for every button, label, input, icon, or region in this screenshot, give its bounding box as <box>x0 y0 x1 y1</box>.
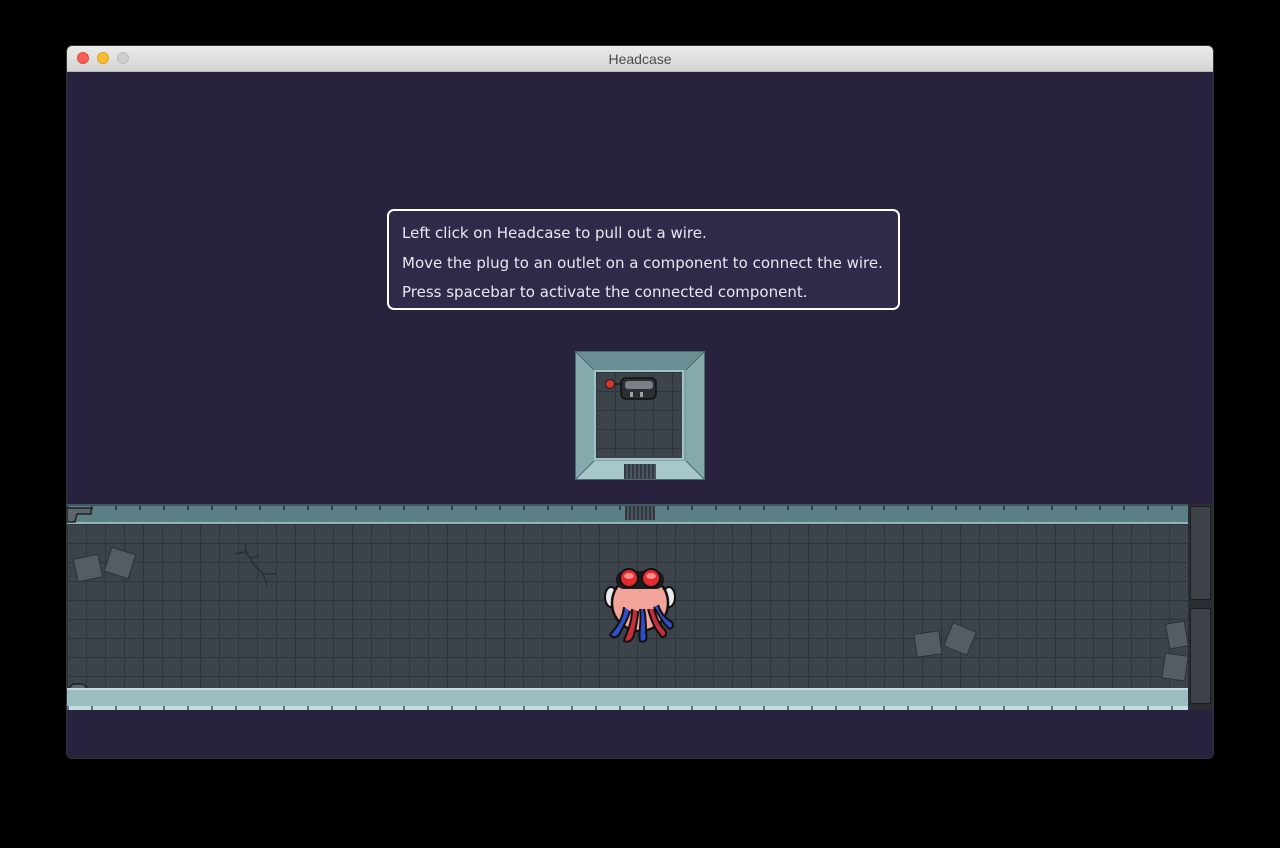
app-window: Headcase Left click on Headcase to pull … <box>67 46 1213 758</box>
floor-rubble <box>1164 620 1190 650</box>
tutorial-line: Press spacebar to activate the connected… <box>402 283 808 301</box>
tutorial-line: Move the plug to an outlet on a componen… <box>402 253 883 272</box>
tutorial-box: Left click on Headcase to pull out a wir… <box>387 209 900 310</box>
window-title: Headcase <box>608 51 672 67</box>
wall-stub <box>67 507 92 523</box>
corridor-vent <box>625 506 655 520</box>
component-room <box>575 351 705 480</box>
tutorial-line: Left click on Headcase to pull out a wir… <box>402 224 707 242</box>
room-vent <box>624 464 656 479</box>
plug-component-icon[interactable] <box>604 376 662 402</box>
headcase-character-icon[interactable] <box>604 567 676 645</box>
title-bar[interactable]: Headcase <box>67 46 1213 72</box>
corridor-door[interactable] <box>1188 504 1213 710</box>
floor-rubble <box>1161 652 1189 682</box>
floor-rubble <box>913 630 943 658</box>
floor-crack <box>234 544 277 587</box>
corridor-bottom-wall <box>67 688 1188 710</box>
game-canvas[interactable]: Left click on Headcase to pull out a wir… <box>67 72 1213 758</box>
